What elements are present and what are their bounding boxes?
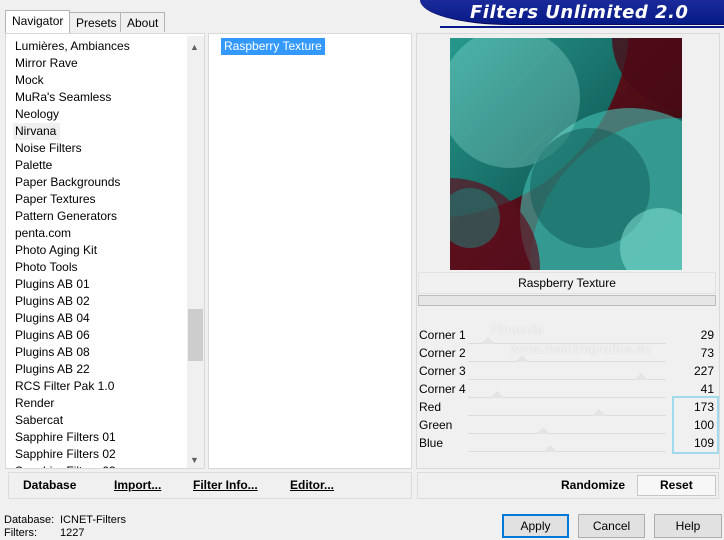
filters-label: Filters: (4, 527, 37, 539)
category-item[interactable]: Noise Filters (8, 140, 186, 157)
preview-image (450, 38, 682, 270)
category-item[interactable]: Palette (8, 157, 186, 174)
category-item[interactable]: Neology (8, 106, 186, 123)
category-item[interactable]: Lumières, Ambiances (8, 38, 186, 55)
param-slider-thumb[interactable] (514, 355, 529, 362)
category-item[interactable]: Mock (8, 72, 186, 89)
param-slider-thumb[interactable] (634, 373, 649, 380)
category-item[interactable]: Sabercat (8, 412, 186, 429)
category-item[interactable]: Mirror Rave (8, 55, 186, 72)
color-values-highlight (672, 396, 719, 454)
reset-button[interactable]: Reset (660, 478, 693, 492)
param-label: Green (419, 418, 453, 432)
category-item[interactable]: Nirvana (13, 123, 61, 140)
category-item[interactable]: RCS Filter Pak 1.0 (8, 378, 186, 395)
param-slider-thumb[interactable] (480, 337, 495, 344)
category-item[interactable]: Plugins AB 22 (8, 361, 186, 378)
category-item[interactable]: Sapphire Filters 01 (8, 429, 186, 446)
progress-bar (418, 295, 716, 306)
scroll-up-icon[interactable]: ▲ (190, 42, 199, 52)
param-row[interactable]: Corner 1 29 (418, 326, 716, 344)
param-value[interactable]: 41 (701, 382, 714, 396)
editor-button[interactable]: Editor... (290, 478, 334, 492)
param-value[interactable]: 227 (694, 364, 714, 378)
tab-about[interactable]: About (120, 12, 166, 32)
filter-info-button[interactable]: Filter Info... (193, 478, 258, 492)
category-item[interactable]: Photo Aging Kit (8, 242, 186, 259)
filter-list-panel (208, 33, 412, 469)
param-label: Corner 2 (419, 346, 466, 360)
param-row[interactable]: Corner 2 73 (418, 344, 716, 362)
filter-item-selected[interactable]: Raspberry Texture (221, 38, 325, 55)
category-item[interactable]: Sapphire Filters 03 (8, 463, 186, 468)
param-slider-thumb[interactable] (535, 427, 550, 434)
param-label: Red (419, 400, 442, 414)
filter-title: Raspberry Texture (418, 272, 716, 294)
category-item[interactable]: Plugins AB 01 (8, 276, 186, 293)
apply-button[interactable]: Apply (502, 514, 569, 538)
category-item[interactable]: Sapphire Filters 02 (8, 446, 186, 463)
database-button[interactable]: Database (23, 478, 76, 492)
param-slider-track[interactable] (468, 451, 666, 452)
param-value[interactable]: 29 (701, 328, 714, 342)
help-button[interactable]: Help (654, 514, 722, 538)
category-item[interactable]: Plugins AB 06 (8, 327, 186, 344)
param-slider-thumb[interactable] (542, 445, 557, 452)
param-slider-thumb[interactable] (592, 409, 607, 416)
param-label: Corner 1 (419, 328, 466, 342)
param-slider-thumb[interactable] (489, 391, 504, 398)
import-button[interactable]: Import... (114, 478, 161, 492)
category-item[interactable]: Paper Backgrounds (8, 174, 186, 191)
banner-underline (440, 26, 724, 28)
param-value[interactable]: 73 (701, 346, 714, 360)
randomize-button[interactable]: Randomize (561, 478, 625, 492)
category-item[interactable]: Plugins AB 02 (8, 293, 186, 310)
category-item[interactable]: Paper Textures (8, 191, 186, 208)
database-label: Database: (4, 514, 55, 526)
scroll-down-icon[interactable]: ▼ (190, 455, 199, 465)
tab-presets[interactable]: Presets (69, 12, 124, 32)
filters-value: 1227 (60, 527, 85, 539)
param-label: Corner 4 (419, 382, 466, 396)
param-row[interactable]: Corner 3 227 (418, 362, 716, 380)
database-value: ICNET-Filters (60, 514, 126, 526)
category-item[interactable]: Photo Tools (8, 259, 186, 276)
category-item[interactable]: penta.com (8, 225, 186, 242)
category-scrollbar[interactable] (187, 36, 204, 468)
cancel-button[interactable]: Cancel (578, 514, 645, 538)
tab-navigator[interactable]: Navigator (5, 10, 71, 33)
scroll-thumb[interactable] (188, 309, 203, 361)
category-item[interactable]: Plugins AB 04 (8, 310, 186, 327)
category-item[interactable]: MuRa's Seamless (8, 89, 186, 106)
category-item[interactable]: Plugins AB 08 (8, 344, 186, 361)
category-list[interactable]: Lumières, Ambiances Mirror Rave Mock MuRa's… (8, 38, 186, 468)
category-item[interactable]: Render (8, 395, 186, 412)
preview-texture (450, 38, 682, 270)
category-item[interactable]: Pattern Generators (8, 208, 186, 225)
banner-title: Filters Unlimited 2.0 (470, 2, 689, 23)
param-label: Corner 3 (419, 364, 466, 378)
param-label: Blue (419, 436, 444, 450)
